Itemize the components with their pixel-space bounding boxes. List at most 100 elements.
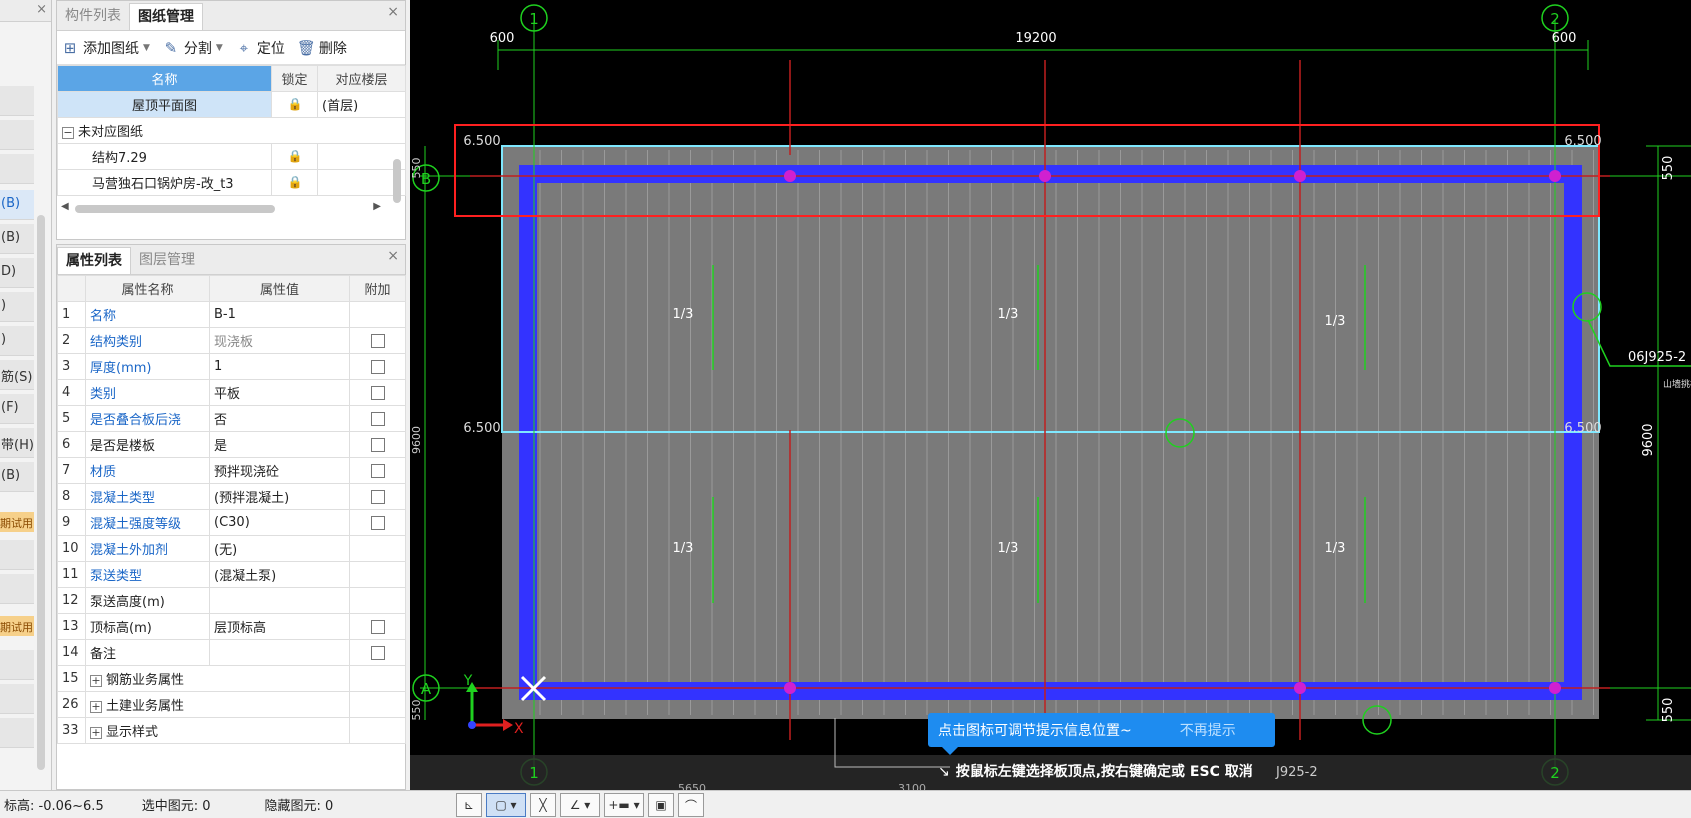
- property-value[interactable]: 现浇板: [209, 327, 350, 354]
- expand-icon[interactable]: +: [90, 726, 102, 739]
- extra-checkbox[interactable]: [370, 333, 385, 348]
- property-row[interactable]: 11 泵送类型 (混凝土泵): [57, 561, 406, 588]
- cad-canvas[interactable]: 1 2 B A 1 2 600 19200 600 550 9600 550 5…: [410, 0, 1691, 790]
- property-value[interactable]: [209, 639, 350, 666]
- left-strip-item[interactable]: [0, 540, 34, 570]
- property-group-row[interactable]: 33 + 显示样式: [57, 717, 406, 744]
- add-drawing-button[interactable]: ⊞ 添加图纸 ▼: [61, 38, 150, 58]
- property-value[interactable]: B-1: [209, 301, 350, 328]
- extra-checkbox[interactable]: [370, 385, 385, 400]
- drawing-name[interactable]: 屋顶平面图: [57, 91, 272, 118]
- extra-cell[interactable]: [349, 379, 406, 406]
- close-icon[interactable]: ×: [387, 1, 399, 23]
- horizontal-scrollbar[interactable]: ◀ ▶: [61, 201, 401, 215]
- locate-button[interactable]: ⌖ 定位: [235, 38, 285, 58]
- property-row[interactable]: 14 备注: [57, 639, 406, 666]
- trial-badge[interactable]: 期试用: [0, 512, 34, 532]
- vertical-scrollbar[interactable]: [393, 159, 401, 203]
- extra-cell[interactable]: [349, 613, 406, 640]
- extra-cell[interactable]: [349, 509, 406, 536]
- column-name[interactable]: 名称: [57, 65, 272, 92]
- lock-icon[interactable]: 🔒: [288, 97, 303, 111]
- column-lock[interactable]: 锁定: [271, 65, 318, 92]
- snap-tool-button[interactable]: ⌒: [678, 793, 704, 817]
- trial-badge[interactable]: 期试用: [0, 616, 34, 636]
- left-strip-item[interactable]: (B): [0, 462, 34, 492]
- lock-cell[interactable]: 🔒: [271, 91, 318, 118]
- property-group[interactable]: + 钢筋业务属性: [85, 665, 350, 692]
- drawing-name[interactable]: 结构7.29: [57, 143, 272, 170]
- property-value[interactable]: (预拌混凝土): [209, 483, 350, 510]
- property-group-row[interactable]: 26 + 土建业务属性: [57, 691, 406, 718]
- drawing-floor[interactable]: (首层): [317, 91, 406, 118]
- property-row[interactable]: 1 名称 B-1: [57, 301, 406, 328]
- snap-tool-button[interactable]: ╳: [530, 793, 556, 817]
- extra-cell[interactable]: [349, 405, 406, 432]
- snap-tool-button[interactable]: ▢ ▾: [486, 793, 526, 817]
- left-strip-item[interactable]: (F): [0, 394, 34, 424]
- property-value[interactable]: 层顶标高: [209, 613, 350, 640]
- property-value[interactable]: 1: [209, 353, 350, 380]
- extra-cell[interactable]: [349, 639, 406, 666]
- property-row[interactable]: 12 泵送高度(m): [57, 587, 406, 614]
- left-strip-item[interactable]: (B): [0, 224, 34, 254]
- delete-button[interactable]: 🗑 删除: [297, 38, 347, 58]
- property-row[interactable]: 13 顶标高(m) 层顶标高: [57, 613, 406, 640]
- property-value[interactable]: 预拌现浇砼: [209, 457, 350, 484]
- group-cell[interactable]: − 未对应图纸: [57, 117, 406, 144]
- property-row[interactable]: 3 厚度(mm) 1: [57, 353, 406, 380]
- extra-cell[interactable]: [349, 431, 406, 458]
- tip-text[interactable]: 点击图标可调节提示信息位置~: [938, 720, 1132, 740]
- extra-checkbox[interactable]: [370, 489, 385, 504]
- chevron-down-icon[interactable]: ▼: [143, 43, 150, 53]
- close-icon[interactable]: ×: [387, 245, 399, 267]
- extra-checkbox[interactable]: [370, 645, 385, 660]
- property-value[interactable]: [209, 587, 350, 614]
- snap-tool-button[interactable]: ▣: [648, 793, 674, 817]
- scroll-thumb[interactable]: [75, 205, 275, 213]
- lock-cell[interactable]: 🔒: [271, 143, 318, 170]
- extra-checkbox[interactable]: [370, 463, 385, 478]
- extra-cell[interactable]: [349, 353, 406, 380]
- expand-icon[interactable]: +: [90, 700, 102, 713]
- property-value[interactable]: 否: [209, 405, 350, 432]
- dont-show-again-link[interactable]: 不再提示: [1180, 720, 1236, 740]
- extra-checkbox[interactable]: [370, 515, 385, 530]
- extra-checkbox[interactable]: [370, 411, 385, 426]
- extra-cell[interactable]: [349, 457, 406, 484]
- left-strip-item[interactable]: [0, 154, 34, 184]
- drawing-name[interactable]: 马营独石口锅炉房-改_t3: [57, 169, 272, 196]
- property-value[interactable]: (C30): [209, 509, 350, 536]
- property-group-row[interactable]: 15 + 钢筋业务属性: [57, 665, 406, 692]
- property-group[interactable]: + 显示样式: [85, 717, 350, 744]
- split-button[interactable]: ✎ 分割 ▼: [162, 38, 223, 58]
- property-row[interactable]: 2 结构类别 现浇板: [57, 327, 406, 354]
- extra-cell[interactable]: [349, 327, 406, 354]
- left-strip-item[interactable]: [0, 718, 34, 748]
- tab-layer-management[interactable]: 图层管理: [131, 245, 203, 274]
- property-value[interactable]: 平板: [209, 379, 350, 406]
- left-strip-item[interactable]: (B): [0, 190, 34, 220]
- cad-drawing[interactable]: 1 2 B A 1 2 600 19200 600 550 9600 550 5…: [410, 0, 1691, 790]
- lock-icon[interactable]: 🔒: [288, 149, 303, 163]
- snap-tool-button[interactable]: ∠ ▾: [560, 793, 600, 817]
- extra-checkbox[interactable]: [370, 437, 385, 452]
- property-row[interactable]: 4 类别 平板: [57, 379, 406, 406]
- lock-cell[interactable]: 🔒: [271, 169, 318, 196]
- left-strip-item[interactable]: [0, 650, 34, 680]
- drawing-group-row[interactable]: − 未对应图纸: [57, 117, 406, 144]
- property-row[interactable]: 6 是否是楼板是: [57, 431, 406, 458]
- snap-tool-button[interactable]: +▬ ▾: [604, 793, 644, 817]
- left-strip-item[interactable]: ): [0, 326, 34, 356]
- expand-icon[interactable]: +: [90, 674, 102, 687]
- scroll-left-icon[interactable]: ◀: [61, 201, 69, 212]
- extra-checkbox[interactable]: [370, 359, 385, 374]
- snap-tool-button[interactable]: ⊾: [456, 793, 482, 817]
- collapse-icon[interactable]: −: [62, 126, 74, 139]
- drawing-row[interactable]: 结构7.29 🔒: [57, 143, 406, 170]
- tip-bubble[interactable]: 点击图标可调节提示信息位置~ 不再提示: [928, 713, 1275, 755]
- drawing-row[interactable]: 马营独石口锅炉房-改_t3 🔒: [57, 169, 406, 196]
- left-strip-item[interactable]: [0, 86, 34, 116]
- property-value[interactable]: (无): [209, 535, 350, 562]
- tab-drawing-management[interactable]: 图纸管理: [129, 3, 203, 30]
